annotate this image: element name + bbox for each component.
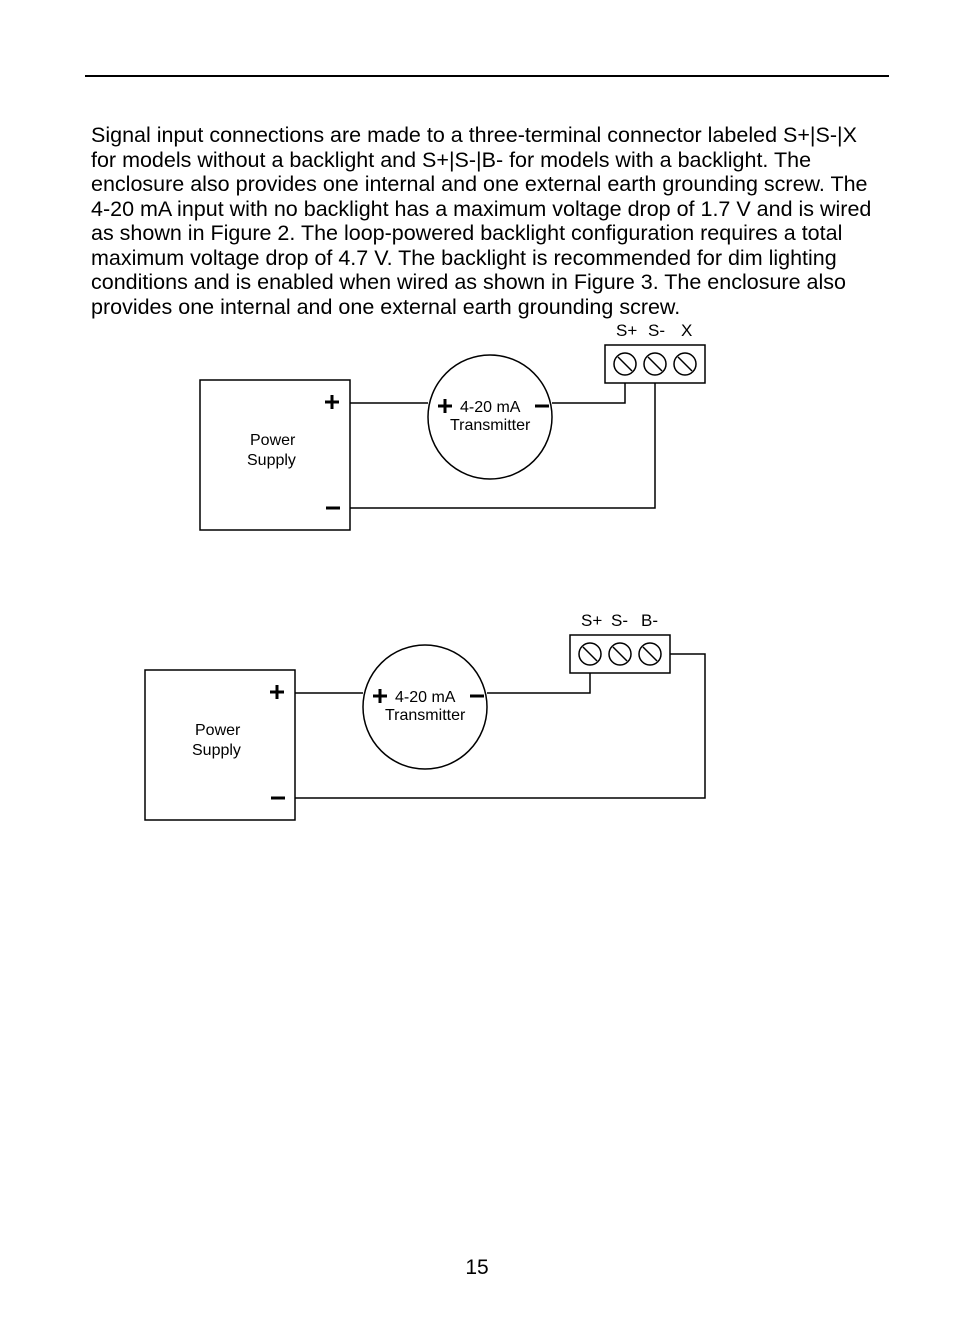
screw-icon: [639, 643, 661, 665]
plus-icon: [373, 689, 387, 703]
terminal-label-2: S-: [648, 321, 665, 340]
page: Signal input connections are made to a t…: [0, 0, 954, 1336]
terminal-label-2: S-: [611, 611, 628, 630]
wiring-diagram-with-backlight: Power Supply 4-20 mA Transmitter: [145, 610, 725, 855]
power-supply-label: Power: [195, 722, 241, 739]
wire: [295, 654, 705, 798]
terminal-label-1: S+: [581, 611, 602, 630]
top-rule: [85, 75, 889, 77]
transmitter-label-2: Transmitter: [450, 417, 531, 434]
transmitter-label-2: Transmitter: [385, 707, 466, 724]
terminal-label-3: X: [681, 321, 692, 340]
power-supply-label-2: Supply: [247, 452, 296, 469]
screw-icon: [674, 353, 696, 375]
screw-icon: [614, 353, 636, 375]
screw-icon: [644, 353, 666, 375]
terminal-label-1: S+: [616, 321, 637, 340]
plus-icon: [325, 395, 339, 409]
terminal-label-3: B-: [641, 611, 658, 630]
plus-icon: [270, 685, 284, 699]
transmitter-label-1: 4-20 mA: [460, 399, 521, 416]
body-paragraph: Signal input connections are made to a t…: [91, 123, 881, 319]
wire: [552, 383, 625, 403]
transmitter-label-1: 4-20 mA: [395, 689, 456, 706]
wire: [487, 673, 590, 693]
power-supply-label: Power: [250, 432, 296, 449]
plus-icon: [438, 399, 452, 413]
screw-icon: [579, 643, 601, 665]
screw-icon: [609, 643, 631, 665]
wiring-diagram-no-backlight: Power Supply 4-20 mA Transmitter: [200, 320, 720, 555]
page-number: 15: [0, 1256, 954, 1280]
power-supply-label-2: Supply: [192, 742, 241, 759]
